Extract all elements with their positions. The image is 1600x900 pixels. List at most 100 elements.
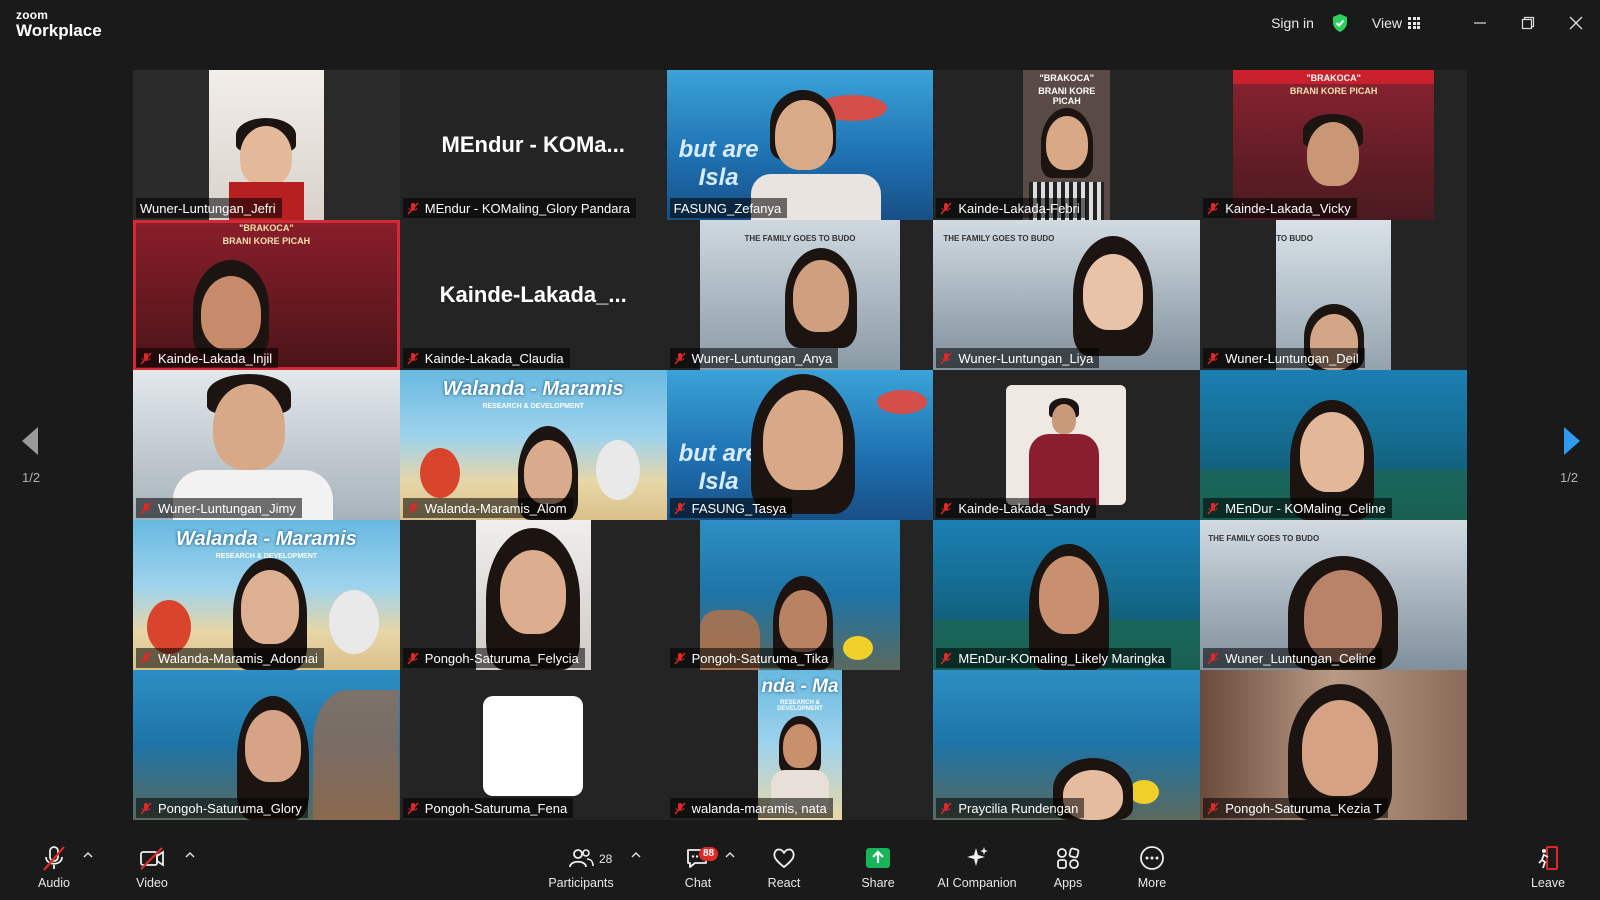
arrow-left-icon [22,427,38,455]
encryption-shield-icon[interactable] [1330,13,1350,33]
video-tile[interactable]: MEnDur - KOMaling_Celine [1200,370,1467,520]
video-tile[interactable]: "BRAKOCA" BRANI KORE PICAH Kainde-Lakada… [133,220,400,370]
video-tile[interactable]: Kainde-Lakada_... Kainde-Lakada_Claudia [399,220,667,370]
restore-button[interactable] [1504,0,1552,46]
participant-name: Walanda-Maramis_Adonnai [158,650,318,666]
leave-label: Leave [1530,876,1566,890]
share-button[interactable]: Share [858,844,898,896]
background-text: BRANI KORE PICAH [1289,86,1378,96]
video-tile[interactable]: Wuner-Luntungan_Jimy [133,370,400,520]
apps-icon [1057,847,1080,869]
participant-nameplate: walanda-maramis, nata [669,798,833,818]
unread-chat-badge: 88 [699,847,719,861]
ai-companion-button[interactable]: AI Companion [936,844,1018,896]
participant-nameplate: Wuner-Luntungan_Liya [936,348,1100,368]
chat-options-chevron-up-icon[interactable] [724,850,736,860]
minimize-button[interactable] [1456,0,1504,46]
background-text: THE FAMILY GOES TO BUDO [1208,534,1320,543]
participant-avatar-text: Kainde-Lakada_... [439,282,627,307]
video-tile[interactable]: TO BUDO Wuner-Luntungan_Deil [1200,220,1467,370]
page-indicator-right: 1/2 [1560,470,1579,485]
video-tile[interactable]: THE FAMILY GOES TO BUDO Wuner-Luntungan_… [666,220,934,370]
leave-button[interactable]: Leave [1528,844,1568,896]
mic-muted-icon [407,202,419,214]
video-tile[interactable]: but are Isla FASUNG_Tasya [666,370,934,520]
background-text: Walanda - Maramis [442,378,624,400]
mic-muted-icon [940,202,952,214]
mic-muted-icon [140,352,152,364]
video-tile[interactable]: MEnDur-KOmaling_Likely Maringka [933,520,1201,670]
participant-name: Pongoh-Saturuma_Kezia T [1225,800,1382,816]
video-tile[interactable]: Kainde-Lakada_Sandy [933,370,1201,520]
video-label: Video [136,876,168,890]
audio-label: Audio [38,876,70,890]
mic-muted-icon [407,502,419,514]
mic-muted-icon [407,352,419,364]
participant-name: Wuner_Luntungan_Celine [1225,650,1377,666]
audio-options-chevron-up-icon[interactable] [82,850,94,860]
audio-button[interactable]: Audio [32,844,76,896]
participant-nameplate: Wuner-Luntungan_Jefri [136,198,282,218]
mic-muted-icon [407,802,419,814]
video-tile[interactable]: "BRAKOCA" BRANI KORE PICAH Kainde-Lakada… [933,70,1201,220]
mic-muted-icon [140,652,152,664]
video-tile[interactable]: MEndur - KOMa... MEndur - KOMaling_Glory… [399,70,667,220]
participant-nameplate: Kainde-Lakada-Febri [936,198,1086,218]
mic-muted-icon [1207,202,1219,214]
more-label: More [1137,876,1167,890]
participant-nameplate: Pongoh-Saturuma_Tika [669,648,835,668]
sign-in-link[interactable]: Sign in [1271,15,1314,31]
video-tile[interactable]: nda - Ma RESEARCH & DEVELOPMENT walanda-… [666,670,934,820]
mic-muted-icon [674,652,686,664]
react-button[interactable]: React [764,844,804,896]
background-text: RESEARCH & DEVELOPMENT [482,403,584,410]
react-label: React [767,876,801,890]
background-text: but are Isla [678,440,759,495]
participant-name: Pongoh-Saturuma_Felycia [424,650,579,666]
participant-nameplate: Wuner-Luntungan_Anya [669,348,839,368]
participants-label: Participants [548,876,614,890]
video-tile[interactable]: Walanda - Maramis RESEARCH & DEVELOPMENT… [133,520,400,670]
mic-muted-icon [1207,802,1219,814]
video-tile[interactable]: Pongoh-Saturuma_Fena [399,670,667,820]
mic-muted-icon [940,802,952,814]
view-button[interactable]: View [1372,15,1420,31]
participant-name: MEndur - KOMaling_Glory Pandara [424,200,630,216]
logo-brand-big: Workplace [16,21,102,40]
video-tile[interactable]: Walanda - Maramis RESEARCH & DEVELOPMENT… [399,370,667,520]
background-text: BRANI KORE PICAH [1038,86,1096,106]
video-tile[interactable]: Pongoh-Saturuma_Felycia [399,520,667,670]
video-tile[interactable]: THE FAMILY GOES TO BUDO Wuner_Luntungan_… [1200,520,1467,670]
video-tile[interactable]: Pongoh-Saturuma_Kezia T [1200,670,1467,820]
participant-nameplate: Wuner-Luntungan_Deil [1203,348,1365,368]
video-button[interactable]: Video [130,844,174,896]
mic-muted-icon [940,652,952,664]
more-button[interactable]: More [1132,844,1172,896]
participants-icon [569,849,594,868]
share-screen-icon [866,848,890,868]
participant-nameplate: Walanda-Maramis_Adonnai [136,648,324,668]
participant-name: Kainde-Lakada_Claudia [424,350,564,366]
next-page-button[interactable] [1562,425,1582,462]
mic-muted-icon [140,502,152,514]
close-window-button[interactable] [1552,0,1600,46]
video-options-chevron-up-icon[interactable] [184,850,196,860]
sparkle-icon [967,847,988,866]
video-tile[interactable]: THE FAMILY GOES TO BUDO Wuner-Luntungan_… [933,220,1201,370]
ai-companion-label: AI Companion [937,876,1017,890]
previous-page-button[interactable] [20,425,40,462]
participant-nameplate: Praycilia Rundengan [936,798,1085,818]
video-tile[interactable]: "BRAKOCA" BRANI KORE PICAH Kainde-Lakada… [1200,70,1467,220]
apps-button[interactable]: Apps [1048,844,1088,896]
close-icon [1569,16,1583,30]
video-tile[interactable]: Praycilia Rundengan [933,670,1201,820]
background-text: BRANI KORE PICAH [222,236,311,246]
title-bar: zoom Workplace Sign in View [0,0,1600,46]
leave-door-icon [1538,846,1558,870]
video-tile[interactable]: but are Isla FASUNG_Zefanya [666,70,934,220]
mic-muted-icon [43,846,65,871]
video-tile[interactable]: Pongoh-Saturuma_Glory [133,670,400,820]
video-tile[interactable]: Wuner-Luntungan_Jefri [133,70,400,220]
video-tile[interactable]: Pongoh-Saturuma_Tika [666,520,934,670]
participants-options-chevron-up-icon[interactable] [630,850,642,860]
